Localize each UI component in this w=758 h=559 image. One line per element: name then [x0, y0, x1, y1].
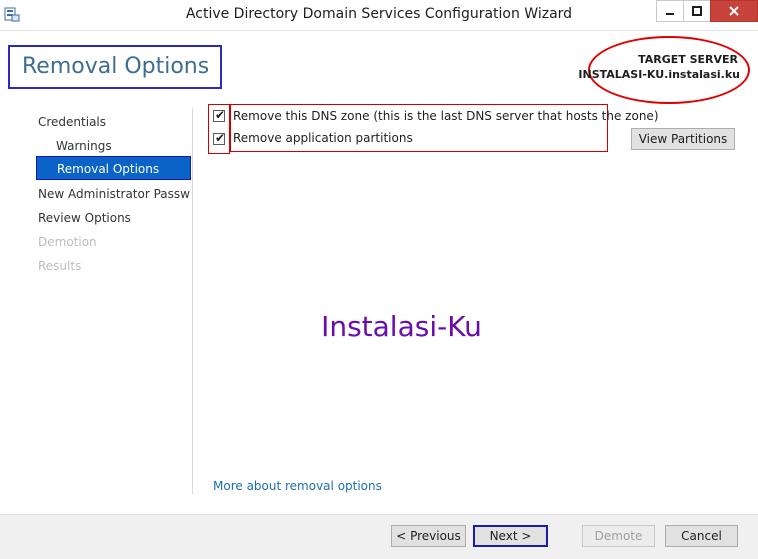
- dns-zone-label[interactable]: Remove this DNS zone (this is the last D…: [233, 109, 659, 123]
- nav-item-removal-options[interactable]: Removal Options: [36, 156, 191, 180]
- cancel-button[interactable]: Cancel: [665, 525, 738, 547]
- nav-item-credentials[interactable]: Credentials: [38, 112, 190, 132]
- nav-item-warnings[interactable]: Warnings: [56, 136, 190, 156]
- watermark-text: Instalasi-Ku: [321, 310, 482, 343]
- demote-button: Demote: [582, 525, 655, 547]
- maximize-button[interactable]: [683, 0, 711, 22]
- title-bar: Active Directory Domain Services Configu…: [0, 0, 758, 31]
- more-about-removal-options-link[interactable]: More about removal options: [213, 479, 382, 493]
- app-partitions-checkbox[interactable]: ✔: [213, 131, 226, 145]
- close-button[interactable]: [710, 0, 758, 22]
- nav-item-review-options[interactable]: Review Options: [38, 208, 190, 228]
- nav-item-new-admin-password[interactable]: New Administrator Passw...: [38, 184, 190, 204]
- minimize-button[interactable]: [656, 0, 684, 22]
- view-partitions-button[interactable]: View Partitions: [631, 128, 735, 150]
- nav-item-demotion: Demotion: [38, 235, 97, 249]
- wizard-footer: < Previous Next > Demote Cancel: [0, 514, 758, 559]
- close-icon: [729, 6, 739, 16]
- page-title: Removal Options: [8, 45, 222, 89]
- maximize-icon: [692, 6, 702, 16]
- window-controls: [656, 0, 758, 22]
- window-title: Active Directory Domain Services Configu…: [185, 6, 573, 22]
- checkmark-icon: ✔: [214, 131, 226, 145]
- app-partitions-label[interactable]: Remove application partitions: [233, 131, 413, 145]
- previous-button[interactable]: < Previous: [391, 525, 466, 547]
- dns-zone-checkbox[interactable]: ✔: [213, 108, 226, 122]
- minimize-icon: [666, 13, 674, 15]
- nav-item-results: Results: [38, 259, 82, 273]
- target-server-label: TARGET SERVER: [638, 53, 738, 66]
- target-server-name: INSTALASI-KU.instalasi.ku: [578, 68, 740, 81]
- target-server: TARGET SERVER INSTALASI-KU.instalasi.ku: [578, 36, 750, 104]
- checkmark-icon: ✔: [214, 108, 226, 122]
- next-button[interactable]: Next >: [473, 525, 548, 547]
- nav-divider: [192, 108, 193, 494]
